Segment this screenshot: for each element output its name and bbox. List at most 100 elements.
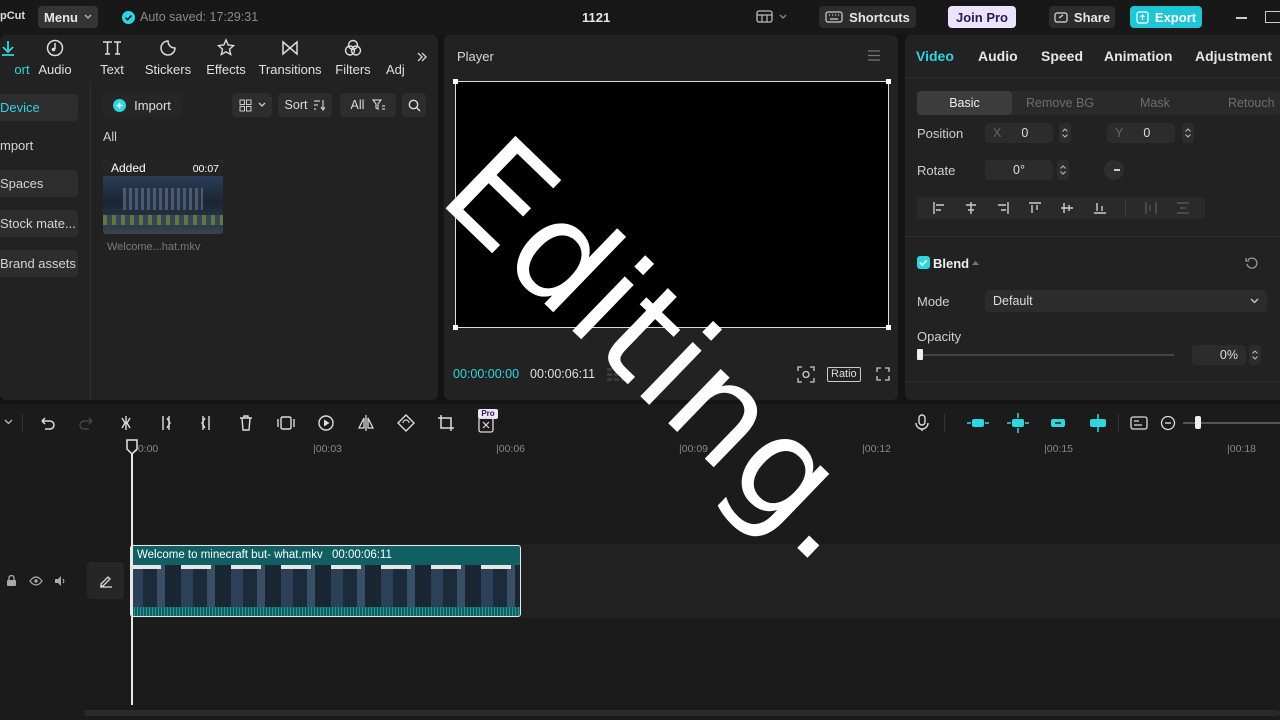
- subtab-remove-bg[interactable]: Remove BG: [1026, 96, 1094, 110]
- mode-select[interactable]: Default: [985, 290, 1267, 312]
- ratio-button[interactable]: Ratio: [827, 367, 861, 382]
- tab-effects[interactable]: Effects: [198, 38, 254, 78]
- align-left-icon[interactable]: [932, 201, 946, 215]
- search-button[interactable]: [402, 93, 426, 117]
- playhead[interactable]: [131, 447, 133, 705]
- rotate-dial[interactable]: [1104, 160, 1124, 180]
- speaker-icon[interactable]: [54, 575, 67, 587]
- split-icon[interactable]: [117, 414, 135, 432]
- maximize-icon[interactable]: [1265, 11, 1280, 23]
- zoom-out-icon[interactable]: [1159, 414, 1177, 432]
- import-button[interactable]: Import: [102, 93, 182, 117]
- tab-text[interactable]: Text: [84, 38, 140, 78]
- auto-snap-icon[interactable]: [1007, 413, 1029, 433]
- align-right-icon[interactable]: [996, 201, 1010, 215]
- split-right-icon[interactable]: [197, 414, 215, 432]
- lock-icon[interactable]: [6, 575, 17, 587]
- filter-button[interactable]: All: [340, 93, 396, 117]
- tab-adjustment-props[interactable]: Adjustment: [1195, 48, 1272, 64]
- sidebar-item-spaces[interactable]: Spaces: [0, 170, 78, 197]
- align-bottom-icon[interactable]: [1093, 201, 1107, 215]
- opacity-slider-track[interactable]: [919, 354, 1174, 356]
- playhead-handle[interactable]: [126, 439, 138, 455]
- linkage-icon[interactable]: [1047, 416, 1069, 430]
- align-center-v-icon[interactable]: [1060, 201, 1074, 215]
- position-x-field[interactable]: X 0: [985, 123, 1053, 143]
- split-left-icon[interactable]: [157, 414, 175, 432]
- caption-icon[interactable]: [1130, 414, 1148, 432]
- align-center-h-icon[interactable]: [964, 201, 978, 215]
- preview-axis-icon[interactable]: [1087, 414, 1109, 432]
- zoom-slider-handle[interactable]: [1195, 416, 1201, 429]
- sort-button[interactable]: Sort: [278, 93, 332, 117]
- player-menu-icon[interactable]: [867, 50, 881, 61]
- player-title: Player: [457, 49, 494, 64]
- share-button[interactable]: Share: [1049, 6, 1115, 28]
- reset-icon[interactable]: [1245, 256, 1259, 270]
- shortcuts-label: Shortcuts: [849, 9, 910, 25]
- distribute-h-icon[interactable]: [1144, 201, 1158, 215]
- chevron-down-icon[interactable]: [4, 419, 13, 425]
- tab-stickers[interactable]: Stickers: [140, 38, 196, 78]
- tab-speed[interactable]: Speed: [1041, 48, 1083, 64]
- opacity-field[interactable]: 0%: [1192, 345, 1246, 365]
- cover-button[interactable]: [87, 562, 124, 599]
- menu-button[interactable]: Menu: [38, 6, 98, 28]
- mode-label: Mode: [917, 294, 950, 309]
- sidebar-item-stock[interactable]: Stock mate...: [0, 210, 78, 237]
- opacity-stepper[interactable]: [1249, 345, 1261, 365]
- tab-filters[interactable]: Filters: [325, 38, 381, 78]
- resize-handle[interactable]: [886, 79, 891, 84]
- subtab-retouch[interactable]: Retouch: [1228, 96, 1275, 110]
- x-stepper[interactable]: [1059, 123, 1071, 143]
- eye-icon[interactable]: [29, 576, 43, 586]
- freeze-icon[interactable]: [277, 414, 295, 432]
- sidebar-item-device[interactable]: Device: [0, 94, 78, 121]
- undo-icon[interactable]: [38, 414, 56, 432]
- video-clip[interactable]: Welcome to minecraft but- what.mkv 00:00…: [130, 545, 521, 617]
- position-y-field[interactable]: Y 0: [1107, 123, 1175, 143]
- tab-audio[interactable]: Audio: [27, 38, 83, 78]
- tab-audio-props[interactable]: Audio: [978, 48, 1018, 64]
- y-stepper[interactable]: [1182, 123, 1194, 143]
- main-track-magnet-icon[interactable]: [967, 416, 989, 430]
- subtab-basic[interactable]: Basic: [917, 91, 1012, 115]
- blend-checkbox[interactable]: [917, 256, 930, 269]
- layout-button[interactable]: [756, 10, 787, 23]
- opacity-slider-handle[interactable]: [917, 349, 923, 360]
- media-clip-thumbnail[interactable]: Added 00:07: [103, 160, 223, 234]
- tab-transitions[interactable]: Transitions: [258, 38, 322, 78]
- redo-icon[interactable]: [78, 414, 96, 432]
- view-toggle[interactable]: [232, 93, 272, 117]
- clip-waveform: [131, 607, 520, 616]
- sidebar-item-import[interactable]: mport: [0, 132, 78, 159]
- minimize-icon[interactable]: [1236, 17, 1247, 19]
- shortcuts-button[interactable]: Shortcuts: [819, 6, 916, 28]
- resize-handle[interactable]: [886, 325, 891, 330]
- microphone-icon[interactable]: [913, 414, 931, 432]
- crop-icon[interactable]: [437, 414, 455, 432]
- caret-up-icon[interactable]: [972, 260, 979, 265]
- export-button[interactable]: Export: [1130, 6, 1202, 28]
- fullscreen-icon[interactable]: [876, 367, 890, 381]
- effects-icon: [216, 38, 236, 56]
- timeline-scrollbar[interactable]: [84, 710, 1280, 716]
- sidebar-item-brand[interactable]: Brand assets: [0, 250, 78, 277]
- more-tabs-icon[interactable]: [416, 51, 428, 63]
- auto-reframe-icon[interactable]: [477, 416, 495, 434]
- rotate-stepper[interactable]: [1057, 160, 1069, 180]
- tab-animation[interactable]: Animation: [1104, 48, 1172, 64]
- rotate-icon[interactable]: [397, 414, 415, 432]
- delete-icon[interactable]: [237, 414, 255, 432]
- distribute-v-icon[interactable]: [1176, 201, 1190, 215]
- mirror-icon[interactable]: [357, 414, 375, 432]
- join-pro-button[interactable]: Join Pro: [948, 6, 1016, 28]
- play-circle-icon[interactable]: [317, 414, 335, 432]
- subtab-mask[interactable]: Mask: [1140, 96, 1170, 110]
- rotate-field[interactable]: 0°: [985, 160, 1053, 180]
- resize-handle[interactable]: [453, 325, 458, 330]
- tab-adjustment[interactable]: Adj: [378, 38, 418, 78]
- tab-video[interactable]: Video: [916, 48, 954, 64]
- resize-handle[interactable]: [453, 79, 458, 84]
- align-top-icon[interactable]: [1028, 201, 1042, 215]
